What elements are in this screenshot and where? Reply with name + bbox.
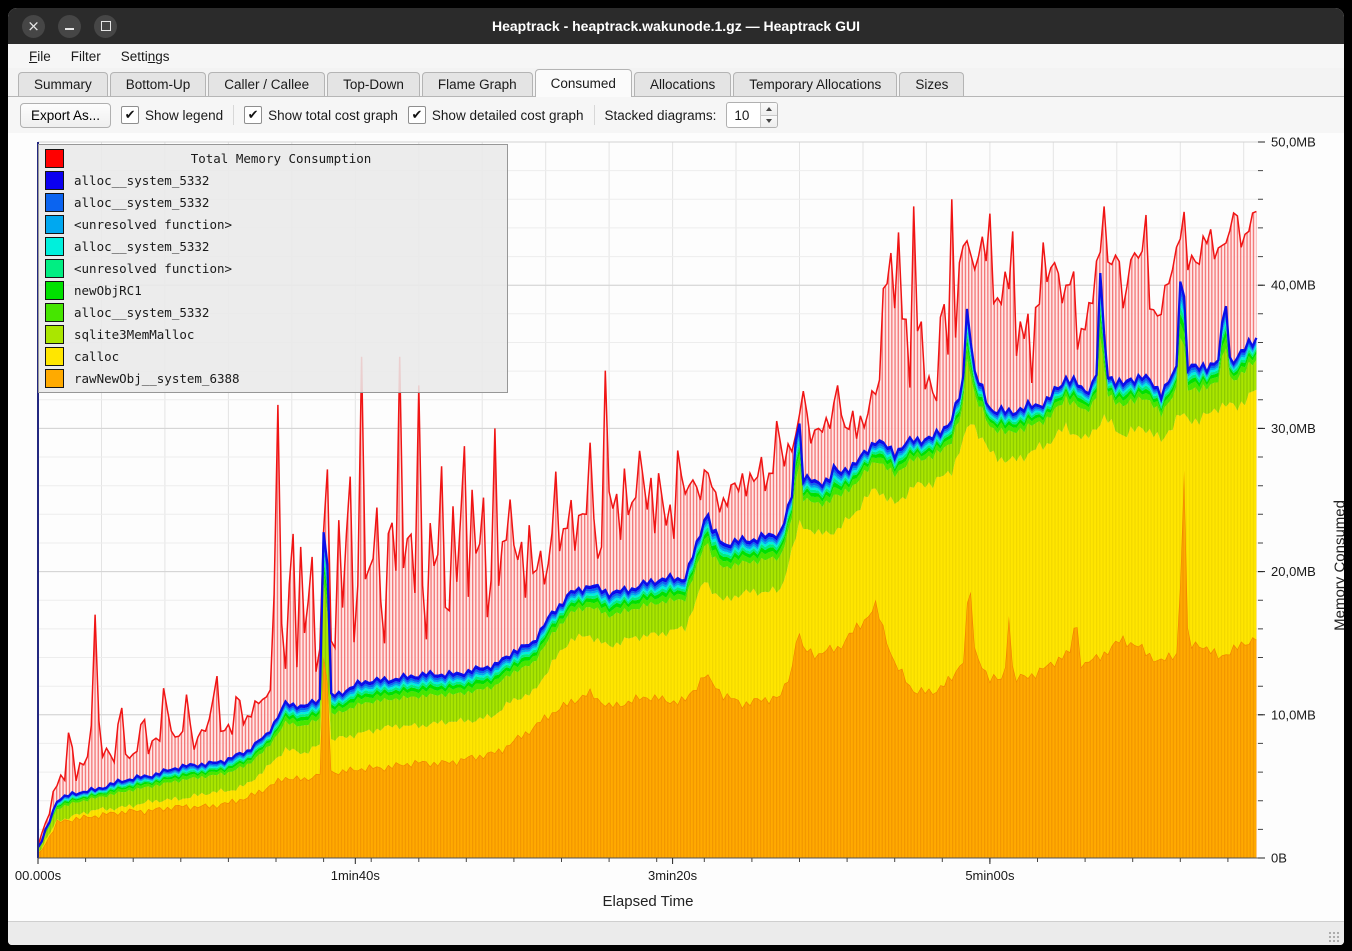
close-button[interactable]: × bbox=[22, 15, 45, 38]
legend-label: rawNewObj__system_6388 bbox=[74, 371, 240, 386]
legend-item: calloc bbox=[39, 345, 507, 367]
show-detailed-cost-checkbox[interactable]: ✔ Show detailed cost graph bbox=[408, 106, 584, 124]
legend-label: alloc__system_5332 bbox=[74, 239, 209, 254]
menu-bar: File Filter Settings bbox=[8, 44, 1344, 68]
svg-text:10,0MB: 10,0MB bbox=[1271, 707, 1316, 722]
svg-text:1min40s: 1min40s bbox=[331, 868, 381, 883]
menu-file[interactable]: File bbox=[20, 47, 60, 66]
menu-settings[interactable]: Settings bbox=[112, 47, 179, 66]
toolbar-separator bbox=[233, 105, 234, 125]
tab-caller-callee[interactable]: Caller / Callee bbox=[208, 72, 325, 96]
legend-swatch bbox=[45, 149, 64, 168]
legend-item: sqlite3MemMalloc bbox=[39, 323, 507, 345]
tab-temporary-allocations[interactable]: Temporary Allocations bbox=[733, 72, 897, 96]
resize-grip-icon[interactable] bbox=[1328, 931, 1341, 944]
toolbar-separator bbox=[594, 105, 595, 125]
export-as-button[interactable]: Export As... bbox=[20, 103, 111, 128]
svg-text:5min00s: 5min00s bbox=[965, 868, 1015, 883]
legend-label: <unresolved function> bbox=[74, 217, 232, 232]
legend-swatch bbox=[45, 237, 64, 256]
legend-swatch bbox=[45, 193, 64, 212]
down-arrow-icon bbox=[766, 119, 772, 123]
tab-sizes[interactable]: Sizes bbox=[899, 72, 964, 96]
legend-swatch bbox=[45, 369, 64, 388]
tab-bottom-up[interactable]: Bottom-Up bbox=[110, 72, 207, 96]
legend-swatch bbox=[45, 259, 64, 278]
stacked-diagrams-label: Stacked diagrams: bbox=[605, 108, 717, 123]
svg-text:20,0MB: 20,0MB bbox=[1271, 564, 1316, 579]
stacked-diagrams-spinbox[interactable]: 10 bbox=[726, 102, 778, 128]
title-bar[interactable]: × Heaptrack - heaptrack.wakunode.1.gz — … bbox=[8, 8, 1344, 44]
svg-text:0B: 0B bbox=[1271, 851, 1287, 866]
up-arrow-icon bbox=[766, 107, 772, 111]
legend-swatch bbox=[45, 347, 64, 366]
toolbar: Export As... ✔ Show legend ✔ Show total … bbox=[8, 97, 1344, 133]
window-title: Heaptrack - heaptrack.wakunode.1.gz — He… bbox=[8, 18, 1344, 34]
legend-swatch bbox=[45, 281, 64, 300]
legend-item: newObjRC1 bbox=[39, 279, 507, 301]
checkbox-icon: ✔ bbox=[408, 106, 426, 124]
show-legend-checkbox[interactable]: ✔ Show legend bbox=[121, 106, 223, 124]
x-axis-title: Elapsed Time bbox=[8, 893, 1288, 910]
tab-bar: Summary Bottom-Up Caller / Callee Top-Do… bbox=[8, 68, 1344, 97]
menu-filter[interactable]: Filter bbox=[62, 47, 110, 66]
tab-flame-graph[interactable]: Flame Graph bbox=[422, 72, 533, 96]
svg-text:3min20s: 3min20s bbox=[648, 868, 698, 883]
legend-item: rawNewObj__system_6388 bbox=[39, 367, 507, 389]
legend-item: alloc__system_5332 bbox=[39, 235, 507, 257]
legend-swatch bbox=[45, 325, 64, 344]
legend-item: <unresolved function> bbox=[39, 257, 507, 279]
spinbox-up-button[interactable] bbox=[761, 103, 777, 115]
legend-swatch bbox=[45, 303, 64, 322]
legend-item: alloc__system_5332 bbox=[39, 301, 507, 323]
legend-label: alloc__system_5332 bbox=[74, 173, 209, 188]
screen: × Heaptrack - heaptrack.wakunode.1.gz — … bbox=[0, 0, 1352, 951]
window-controls: × bbox=[22, 15, 117, 38]
close-icon: × bbox=[27, 19, 40, 34]
legend-item: Total Memory Consumption bbox=[39, 147, 507, 169]
legend-item: <unresolved function> bbox=[39, 213, 507, 235]
checkbox-label: Show total cost graph bbox=[268, 108, 398, 123]
legend-swatch bbox=[45, 171, 64, 190]
legend-label: alloc__system_5332 bbox=[74, 305, 209, 320]
legend-item: alloc__system_5332 bbox=[39, 191, 507, 213]
legend-swatch bbox=[45, 215, 64, 234]
chart-legend: Total Memory Consumption alloc__system_5… bbox=[38, 144, 508, 393]
maximize-button[interactable] bbox=[94, 15, 117, 38]
legend-label: newObjRC1 bbox=[74, 283, 142, 298]
legend-label: Total Memory Consumption bbox=[74, 151, 488, 166]
legend-label: calloc bbox=[74, 349, 119, 364]
svg-text:40,0MB: 40,0MB bbox=[1271, 278, 1316, 293]
spinbox-value[interactable]: 10 bbox=[727, 103, 760, 127]
y-axis-title: Memory Consumed bbox=[1332, 500, 1345, 631]
legend-item: alloc__system_5332 bbox=[39, 169, 507, 191]
tab-consumed[interactable]: Consumed bbox=[535, 69, 632, 97]
status-bar bbox=[8, 921, 1344, 945]
legend-label: <unresolved function> bbox=[74, 261, 232, 276]
tab-top-down[interactable]: Top-Down bbox=[327, 72, 420, 96]
heaptrack-window: × Heaptrack - heaptrack.wakunode.1.gz — … bbox=[8, 8, 1344, 945]
tab-allocations[interactable]: Allocations bbox=[634, 72, 731, 96]
minimize-icon bbox=[65, 28, 74, 30]
legend-label: sqlite3MemMalloc bbox=[74, 327, 194, 342]
tab-summary[interactable]: Summary bbox=[18, 72, 108, 96]
svg-text:50,0MB: 50,0MB bbox=[1271, 135, 1316, 150]
maximize-icon bbox=[101, 21, 111, 31]
checkbox-label: Show legend bbox=[145, 108, 223, 123]
legend-label: alloc__system_5332 bbox=[74, 195, 209, 210]
consumed-chart-area: 00.000s 1min40s 3min20s 5min00s 0B 10,0MB 20,0… bbox=[8, 133, 1344, 921]
checkbox-label: Show detailed cost graph bbox=[432, 108, 584, 123]
svg-text:30,0MB: 30,0MB bbox=[1271, 421, 1316, 436]
checkbox-icon: ✔ bbox=[244, 106, 262, 124]
checkbox-icon: ✔ bbox=[121, 106, 139, 124]
minimize-button[interactable] bbox=[58, 15, 81, 38]
spinbox-down-button[interactable] bbox=[761, 115, 777, 128]
show-total-cost-checkbox[interactable]: ✔ Show total cost graph bbox=[244, 106, 398, 124]
svg-text:00.000s: 00.000s bbox=[15, 868, 62, 883]
